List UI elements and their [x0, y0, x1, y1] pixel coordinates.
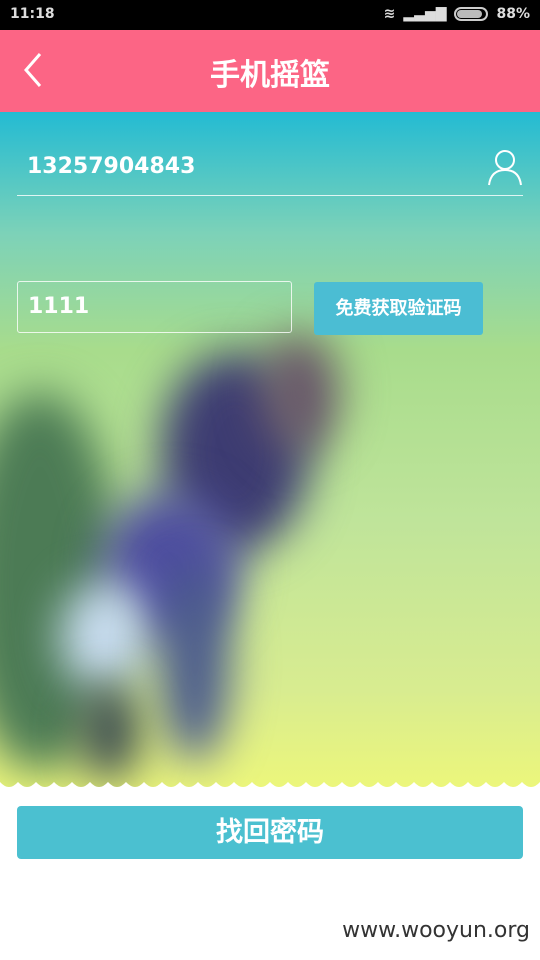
verification-code-input[interactable]: [28, 294, 278, 319]
wave-divider: [0, 782, 540, 796]
watermark: www.wooyun.org: [342, 918, 530, 943]
wifi-icon: ≋: [383, 6, 396, 22]
page-title: 手机摇篮: [210, 58, 330, 93]
background-image: [0, 112, 540, 792]
status-bar: 11:18 ≋ ▂▃▅▇ 88%: [0, 0, 540, 30]
phone-input[interactable]: [27, 154, 467, 179]
recover-password-button[interactable]: 找回密码: [17, 806, 523, 859]
header: 手机摇篮: [0, 30, 540, 112]
battery-icon: [454, 7, 489, 21]
user-icon: [488, 150, 522, 186]
get-code-button[interactable]: 免费获取验证码: [314, 282, 483, 335]
battery-percent: 88%: [496, 6, 530, 22]
signal-icon: ▂▃▅▇: [403, 6, 447, 22]
code-field: [17, 281, 292, 333]
phone-field: [17, 140, 523, 196]
status-time: 11:18: [10, 6, 55, 22]
